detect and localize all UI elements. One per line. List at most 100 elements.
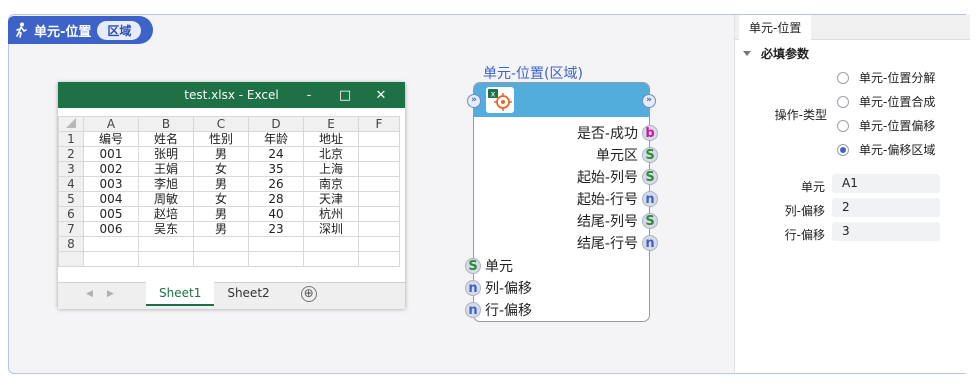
row-header[interactable]: 5 [58,191,84,207]
cell[interactable]: 004 [83,191,139,207]
output-port-row[interactable]: 结尾-列号 S [577,211,658,231]
minimize-icon[interactable]: - [291,88,327,103]
cell[interactable]: 张明 [138,146,194,162]
radio-option[interactable]: 单元-位置分解 [837,69,935,86]
cell[interactable]: 男 [193,221,249,237]
input-port-row[interactable]: n 列-偏移 [465,278,532,298]
prev-sheet-icon[interactable]: ◀ [86,289,93,299]
cell[interactable] [358,176,400,192]
input-port-row[interactable]: n 行-偏移 [465,300,532,320]
cell[interactable] [358,131,400,147]
column-header[interactable]: E [303,116,359,132]
radio-circle-icon[interactable] [837,119,849,132]
column-header[interactable]: C [193,116,249,132]
maximize-icon[interactable]: □ [327,88,363,103]
string-port-icon[interactable]: S [642,213,658,229]
cell[interactable]: 男 [193,206,249,222]
cell[interactable]: 006 [83,221,139,237]
cell[interactable]: 002 [83,161,139,177]
number-port-icon[interactable]: n [642,191,658,207]
input-port-row[interactable]: S 单元 [465,256,513,276]
cell[interactable] [358,191,400,207]
cell[interactable] [358,221,400,237]
column-header[interactable]: A [83,116,139,132]
cell[interactable]: 南京 [303,176,359,192]
cell[interactable] [358,161,400,177]
cell[interactable] [358,146,400,162]
output-port-row[interactable]: 起始-行号 n [577,189,658,209]
radio-option-selected[interactable]: 单元-偏移区域 [837,141,935,158]
cell[interactable]: 李旭 [138,176,194,192]
row-header[interactable]: 7 [58,221,84,237]
cell[interactable] [358,236,400,252]
cell[interactable]: 28 [248,191,304,207]
string-port-icon[interactable]: S [642,169,658,185]
cell[interactable]: 天津 [303,191,359,207]
cell[interactable]: 40 [248,206,304,222]
cell[interactable]: 吴东 [138,221,194,237]
cell[interactable]: 女 [193,191,249,207]
cell[interactable]: 编号 [83,131,139,147]
row-header[interactable]: 6 [58,206,84,222]
cell[interactable] [83,236,139,252]
cell[interactable]: 周敏 [138,191,194,207]
flow-node[interactable]: » x » 是否-成功 b 单元区 S 起始-列号 S 起始-行号 n 结尾-列… [465,82,658,322]
node-header[interactable]: » x » [467,83,656,117]
cell[interactable]: 003 [83,176,139,192]
flow-out-port-icon[interactable]: » [642,94,656,108]
select-all-corner[interactable] [58,116,84,132]
cell[interactable]: 男 [193,146,249,162]
close-icon[interactable]: ✕ [363,88,399,103]
collapse-triangle-icon[interactable] [743,51,751,56]
radio-circle-icon[interactable] [837,95,849,108]
cell[interactable]: 赵培 [138,206,194,222]
cell[interactable]: 深圳 [303,221,359,237]
cell-input[interactable]: A1 [832,174,940,193]
row-header[interactable]: 8 [58,236,84,252]
number-port-icon[interactable]: n [465,280,481,296]
cell[interactable] [358,206,400,222]
row-offset-input[interactable]: 3 [832,222,940,241]
cell[interactable]: 24 [248,146,304,162]
cell[interactable]: 23 [248,221,304,237]
radio-option[interactable]: 单元-位置偏移 [837,117,935,134]
column-header[interactable]: B [138,116,194,132]
cell[interactable]: 性别 [193,131,249,147]
cell[interactable]: 姓名 [138,131,194,147]
cell[interactable]: 地址 [303,131,359,147]
column-header[interactable]: F [358,116,400,132]
cell[interactable] [248,236,304,252]
row-header[interactable]: 3 [58,161,84,177]
cell[interactable] [303,236,359,252]
number-port-icon[interactable]: n [642,235,658,251]
output-port-row[interactable]: 单元区 S [596,145,658,165]
radio-circle-icon[interactable] [837,71,849,84]
tab-sheet2[interactable]: Sheet2 [214,282,282,304]
cell[interactable]: 北京 [303,146,359,162]
cell[interactable] [193,236,249,252]
tab-unit-position[interactable]: 单元-位置 [739,15,812,40]
row-header[interactable]: 4 [58,176,84,192]
cell[interactable]: 26 [248,176,304,192]
output-port-row[interactable]: 结尾-行号 n [577,233,658,253]
string-port-icon[interactable]: S [642,147,658,163]
column-offset-input[interactable]: 2 [832,198,940,217]
cell[interactable]: 35 [248,161,304,177]
cell[interactable]: 005 [83,206,139,222]
cell[interactable]: 001 [83,146,139,162]
row-header[interactable]: 2 [58,146,84,162]
cell[interactable]: 女 [193,161,249,177]
add-sheet-icon[interactable]: ⊕ [300,286,317,302]
cell[interactable]: 杭州 [303,206,359,222]
cell[interactable] [138,236,194,252]
flow-in-port-icon[interactable]: » [467,94,481,108]
column-header[interactable]: D [248,116,304,132]
tab-sheet1[interactable]: Sheet1 [146,282,215,306]
next-sheet-icon[interactable]: ▶ [107,289,114,299]
row-header[interactable]: 1 [58,131,84,147]
cell[interactable]: 男 [193,176,249,192]
output-port-row[interactable]: 起始-列号 S [577,167,658,187]
radio-selected-icon[interactable] [837,143,849,156]
cell[interactable]: 上海 [303,161,359,177]
radio-option[interactable]: 单元-位置合成 [837,93,935,110]
